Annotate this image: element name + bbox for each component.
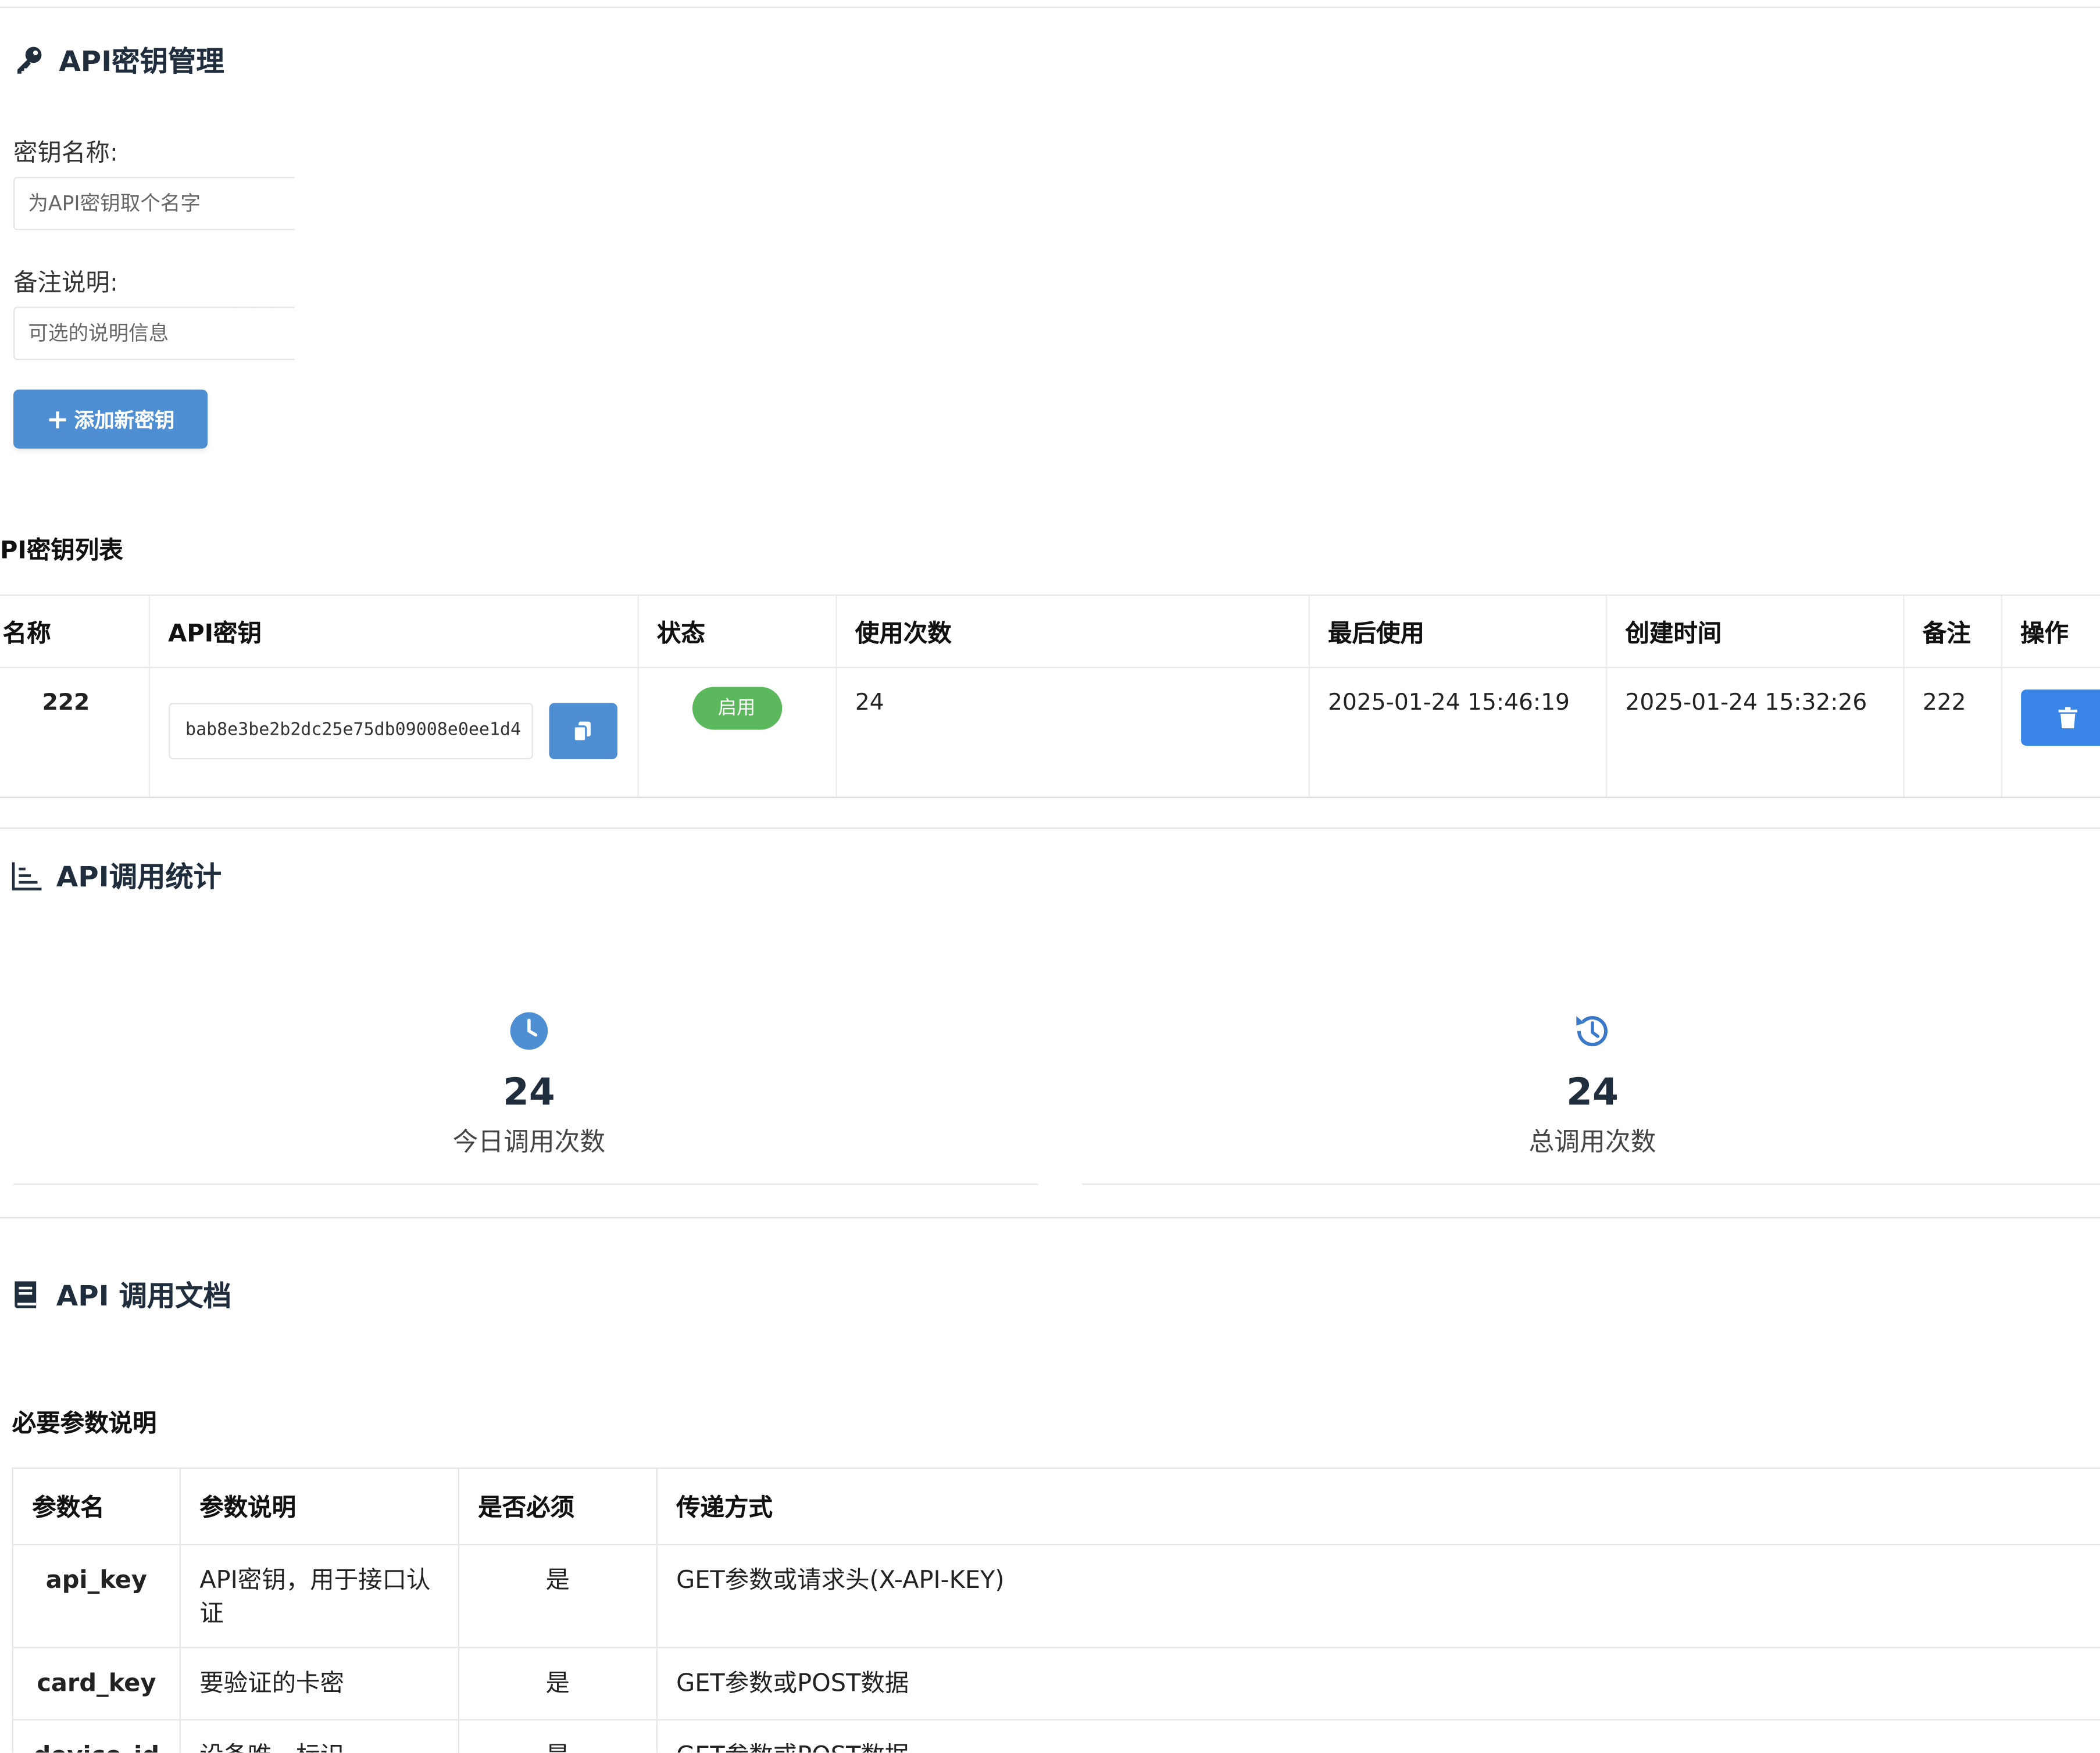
plus-icon: +: [46, 403, 69, 435]
book-icon: [15, 1281, 37, 1308]
stat-card-border: [1082, 1183, 2100, 1185]
row-usage: 24: [835, 667, 1309, 798]
params-table-header: 参数名 参数说明 是否必须 传递方式: [12, 1467, 2100, 1545]
param-required: 是: [458, 1719, 658, 1753]
stat-card-border: [13, 1183, 1038, 1185]
add-key-button[interactable]: + 添加新密钥: [13, 389, 208, 449]
param-name: api_key: [12, 1544, 181, 1648]
row-last-used: 2025-01-24 15:46:19: [1308, 667, 1606, 798]
col-header-usage: 使用次数: [835, 594, 1309, 668]
trash-icon: [2058, 707, 2077, 729]
key-list-title: PI密钥列表: [0, 536, 123, 566]
col-header-name: 名称: [0, 594, 149, 668]
today-calls-label: 今日调用次数: [452, 1127, 606, 1157]
status-badge: 启用: [691, 686, 782, 730]
col-header-param-method: 传递方式: [656, 1467, 2100, 1545]
stats-section-title-text: API调用统计: [56, 861, 222, 893]
key-table: 名称 API密钥 状态 使用次数 最后使用 创建时间 备注 操作 222 bab…: [0, 594, 2100, 798]
section-divider: [0, 1217, 2100, 1219]
row-status-cell: 启用: [637, 667, 836, 798]
param-method: GET参数或POST数据: [656, 1647, 2100, 1721]
col-header-status: 状态: [637, 594, 836, 668]
add-key-button-label: 添加新密钥: [74, 407, 175, 432]
table-row: device_id 设备唯一标识 是 GET参数或POST数据: [12, 1719, 2100, 1753]
table-row: api_key API密钥，用于接口认证 是 GET参数或请求头(X-API-K…: [12, 1544, 2100, 1648]
docs-section-title: API 调用文档: [10, 1275, 231, 1315]
table-row: 222 bab8e3be2b2dc25e75db09008e0ee1d4 启用 …: [0, 667, 2100, 798]
row-created: 2025-01-24 15:32:26: [1605, 667, 1903, 798]
row-note: 222: [1902, 667, 2001, 798]
params-table: 参数名 参数说明 是否必须 传递方式 api_key API密钥，用于接口认证 …: [12, 1467, 2100, 1753]
key-section-title: API密钥管理: [13, 40, 224, 80]
clock-icon: [510, 1012, 548, 1050]
param-method: GET参数或POST数据: [656, 1719, 2100, 1753]
param-required: 是: [458, 1647, 658, 1721]
note-label: 备注说明:: [13, 269, 118, 298]
docs-section-title-text: API 调用文档: [56, 1280, 232, 1312]
history-icon: [1576, 1016, 1608, 1047]
row-actions-cell: [2000, 667, 2100, 798]
row-name: 222: [0, 667, 149, 798]
col-header-actions: 操作: [2000, 594, 2100, 668]
today-calls-value: 24: [503, 1069, 555, 1114]
section-divider: [0, 827, 2100, 829]
copy-key-button[interactable]: [548, 703, 617, 760]
stats-section-title: API调用统计: [10, 856, 222, 896]
page: API密钥管理 密钥名称: 备注说明: + 添加新密钥 PI密钥列表 名称 AP…: [0, 0, 2100, 1753]
param-desc: 设备唯一标识: [179, 1719, 459, 1753]
copy-icon: [573, 721, 591, 742]
param-name: card_key: [12, 1647, 181, 1721]
key-table-header: 名称 API密钥 状态 使用次数 最后使用 创建时间 备注 操作: [0, 594, 2100, 668]
key-section-title-text: API密钥管理: [59, 45, 224, 78]
top-divider: [0, 6, 2100, 8]
key-icon: [17, 46, 42, 74]
col-header-note: 备注: [1902, 594, 2001, 668]
param-name: device_id: [12, 1719, 181, 1753]
total-calls-label: 总调用次数: [1528, 1127, 1656, 1157]
today-calls-stat: 24 今日调用次数: [328, 1011, 730, 1158]
key-name-input[interactable]: [13, 177, 295, 231]
col-header-param-desc: 参数说明: [179, 1467, 459, 1545]
param-desc: 要验证的卡密: [179, 1647, 459, 1721]
delete-key-button[interactable]: [2020, 689, 2100, 746]
row-key-cell: bab8e3be2b2dc25e75db09008e0ee1d4: [148, 667, 638, 798]
total-calls-value: 24: [1566, 1069, 1619, 1114]
col-header-param-required: 是否必须: [458, 1467, 658, 1545]
bar-chart-icon: [12, 862, 42, 890]
col-header-param-name: 参数名: [12, 1467, 181, 1545]
col-header-key: API密钥: [148, 594, 638, 668]
params-title: 必要参数说明: [12, 1409, 157, 1439]
note-input[interactable]: [13, 306, 295, 360]
col-header-last-used: 最后使用: [1308, 594, 1606, 668]
param-desc: API密钥，用于接口认证: [179, 1544, 459, 1648]
param-required: 是: [458, 1544, 658, 1648]
param-method: GET参数或请求头(X-API-KEY): [656, 1544, 2100, 1648]
key-name-label: 密钥名称:: [13, 139, 118, 167]
table-row: card_key 要验证的卡密 是 GET参数或POST数据: [12, 1647, 2100, 1721]
col-header-created: 创建时间: [1605, 594, 1903, 668]
api-key-value[interactable]: bab8e3be2b2dc25e75db09008e0ee1d4: [168, 703, 533, 760]
total-calls-stat: 24 总调用次数: [1391, 1011, 1793, 1158]
